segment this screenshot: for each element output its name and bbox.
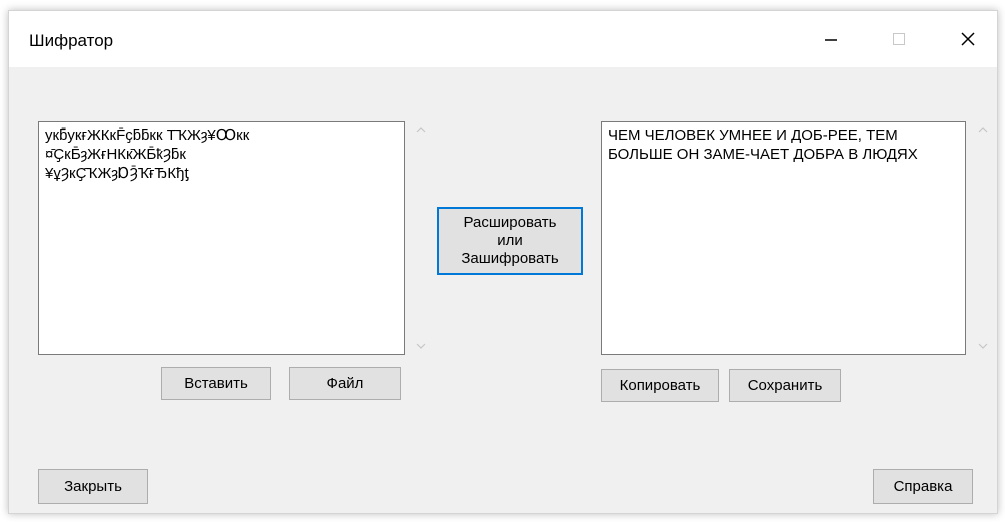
scroll-down-icon xyxy=(416,343,426,349)
save-button[interactable]: Сохранить xyxy=(729,369,841,402)
app-window: Шифратор укƃ̄укғЖКкF̄ҫƃƃкк Т̄ҠЖȝ¥Ꝏкк ¤̄Ҫ… xyxy=(8,10,998,514)
right-scrollbar[interactable] xyxy=(974,123,992,355)
encrypt-decrypt-button[interactable]: Расшировать или Зашифровать xyxy=(437,207,583,275)
maximize-icon xyxy=(893,33,905,45)
close-icon xyxy=(961,32,975,46)
minimize-button[interactable] xyxy=(807,21,855,57)
minimize-icon xyxy=(825,39,837,41)
close-button[interactable]: Закрыть xyxy=(38,469,148,504)
file-button[interactable]: Файл xyxy=(289,367,401,400)
insert-button[interactable]: Вставить xyxy=(161,367,271,400)
close-window-button[interactable] xyxy=(944,21,992,57)
plain-text-area[interactable]: ЧЕМ ЧЕЛОВЕК УМНЕЕ И ДОБ-РЕЕ, ТЕМ БОЛЬШЕ … xyxy=(601,121,966,355)
help-button[interactable]: Справка xyxy=(873,469,973,504)
title-bar: Шифратор xyxy=(9,11,997,67)
copy-button[interactable]: Копировать xyxy=(601,369,719,402)
encrypt-decrypt-label-1: Расшировать xyxy=(463,214,557,231)
encrypt-decrypt-label-2: или xyxy=(497,232,523,249)
left-scrollbar[interactable] xyxy=(412,123,430,355)
encrypted-text-area[interactable]: укƃ̄укғЖКкF̄ҫƃƃкк Т̄ҠЖȝ¥Ꝏкк ¤̄ҪкƂ̄ȝЖғНКк… xyxy=(38,121,405,355)
scroll-up-icon xyxy=(978,127,988,133)
scroll-down-icon xyxy=(978,343,988,349)
maximize-button[interactable] xyxy=(875,21,923,57)
encrypt-decrypt-label-3: Зашифровать xyxy=(461,250,559,267)
scroll-up-icon xyxy=(416,127,426,133)
window-title: Шифратор xyxy=(29,31,114,50)
